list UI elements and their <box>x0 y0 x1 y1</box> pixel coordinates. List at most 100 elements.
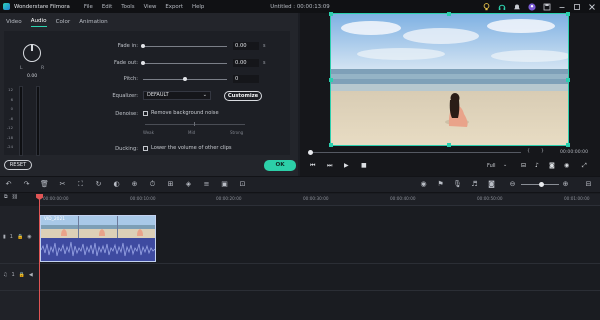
tab-video[interactable]: Video <box>6 19 22 27</box>
menu-help[interactable]: Help <box>192 4 204 10</box>
render-icon[interactable]: ◉ <box>419 180 428 188</box>
fade-in-handle[interactable] <box>141 44 145 48</box>
resize-handle[interactable] <box>329 78 333 82</box>
undo-icon[interactable]: ↶ <box>4 180 13 189</box>
remove-noise-checkbox[interactable] <box>143 111 148 116</box>
menu-file[interactable]: File <box>84 4 93 10</box>
pitch-handle[interactable] <box>183 77 187 81</box>
lock-icon[interactable]: 🔒 <box>17 234 23 240</box>
redo-icon[interactable]: ↷ <box>22 180 31 189</box>
preview-video-frame[interactable] <box>330 13 569 146</box>
audio-mixer-icon[interactable]: ♬ <box>470 180 479 188</box>
render-preview-icon[interactable]: ⊟ <box>521 162 526 169</box>
fade-out-handle[interactable] <box>141 61 145 65</box>
resize-handle[interactable] <box>566 143 570 147</box>
ok-button[interactable]: OK <box>264 160 296 171</box>
denoise-mid-label: Mid <box>188 130 196 135</box>
pitch-label: Pitch: <box>123 76 138 82</box>
menu-tools[interactable]: Tools <box>121 4 134 10</box>
delete-icon[interactable]: 🗑 <box>40 180 49 189</box>
cut-icon[interactable]: ✂ <box>58 180 67 189</box>
zoom-in-icon[interactable]: ⊕ <box>561 180 570 188</box>
audio-adjust-icon[interactable]: ≡ <box>202 180 211 189</box>
menu-export[interactable]: Export <box>165 4 183 10</box>
lock-icon[interactable]: 🔒 <box>19 272 25 278</box>
add-track-icon[interactable]: ⧉ <box>4 194 8 200</box>
video-track-icon: ▮ <box>3 234 6 240</box>
mark-out-bracket[interactable]: } <box>541 149 544 154</box>
timeline-video-clip[interactable]: VID_2021 <box>40 215 156 262</box>
stop-icon[interactable]: ■ <box>361 162 367 169</box>
pitch-value[interactable]: 0 <box>233 75 259 83</box>
fade-in-value[interactable]: 0.00 <box>233 42 259 50</box>
menu-edit[interactable]: Edit <box>102 4 112 10</box>
preview-scrubber[interactable] <box>308 150 313 155</box>
eye-icon[interactable]: ◉ <box>27 234 31 240</box>
timeline-settings-icon[interactable]: ⊟ <box>584 180 593 188</box>
fade-out-unit: s <box>263 61 266 66</box>
equalizer-select[interactable]: DEFAULT ⌄ <box>143 91 211 100</box>
rotate-icon[interactable]: ↻ <box>94 180 103 189</box>
tab-audio[interactable]: Audio <box>30 18 47 27</box>
text-icon[interactable]: ⊡ <box>238 180 247 189</box>
color-icon[interactable]: ◐ <box>112 180 121 189</box>
fade-out-slider[interactable] <box>143 63 227 64</box>
chevron-down-icon: ⌄ <box>202 92 207 98</box>
headset-icon[interactable] <box>497 2 506 11</box>
zoom-out-icon[interactable]: ⊖ <box>508 180 517 188</box>
ducking-checkbox[interactable] <box>143 146 148 151</box>
menu-view[interactable]: View <box>144 4 157 10</box>
speaker-icon[interactable]: ◀ <box>29 272 33 278</box>
snapshot-tool-icon[interactable]: ◙ <box>487 180 496 188</box>
step-back-icon[interactable]: ⏮ <box>310 162 315 170</box>
filter-icon[interactable]: ⊕ <box>130 180 139 189</box>
resize-handle[interactable] <box>329 12 333 16</box>
minimize-icon[interactable] <box>557 2 566 11</box>
notification-icon[interactable] <box>512 2 521 11</box>
zoom-handle[interactable] <box>539 182 544 187</box>
link-icon[interactable]: ⛓ <box>12 194 18 200</box>
tab-color[interactable]: Color <box>56 19 71 27</box>
db-scale-tick: -24 <box>6 144 13 149</box>
close-icon[interactable] <box>587 2 596 11</box>
mark-in-bracket[interactable]: { <box>527 149 530 154</box>
green-screen-icon[interactable]: ▣ <box>220 180 229 189</box>
right-channel-label: R <box>41 66 45 71</box>
denoise-label: Denoise: <box>115 111 138 117</box>
lightbulb-icon[interactable] <box>482 2 491 11</box>
audio-settings-icon[interactable]: ◉ <box>564 162 569 169</box>
fullscreen-icon[interactable]: ⤢ <box>582 162 587 170</box>
track-divider <box>0 290 600 291</box>
crop-icon[interactable]: ⛶ <box>76 180 85 189</box>
tab-animation[interactable]: Animation <box>79 19 108 27</box>
resize-handle[interactable] <box>329 143 333 147</box>
resize-handle[interactable] <box>447 12 451 16</box>
denoise-strong-label: Strong <box>230 130 244 135</box>
preview-progress-bar[interactable] <box>311 152 521 153</box>
volume-knob[interactable] <box>23 44 41 62</box>
resize-handle[interactable] <box>447 143 451 147</box>
denoise-strength-slider[interactable] <box>145 124 245 125</box>
speed-icon[interactable]: ⏱ <box>148 180 157 189</box>
stabilize-icon[interactable]: ⊞ <box>166 180 175 189</box>
resize-handle[interactable] <box>566 12 570 16</box>
quality-select[interactable]: Full <box>487 163 496 169</box>
step-forward-icon[interactable]: ⏭ <box>327 162 332 170</box>
playhead-line[interactable] <box>39 194 40 320</box>
save-icon[interactable] <box>542 2 551 11</box>
customize-button[interactable]: Customize <box>224 91 262 101</box>
microphone-icon[interactable]: 🎙 <box>453 180 462 188</box>
account-avatar-icon[interactable] <box>527 2 536 11</box>
db-scale-tick: 0 <box>10 106 13 111</box>
volume-icon[interactable]: ♪ <box>535 162 539 169</box>
chevron-down-icon[interactable]: ⌄ <box>503 162 507 168</box>
play-icon[interactable]: ▶ <box>344 162 349 169</box>
snapshot-icon[interactable]: ◙ <box>549 162 555 169</box>
reset-button[interactable]: RESET <box>4 160 32 170</box>
fade-out-value[interactable]: 0.00 <box>233 59 259 67</box>
keyframe-icon[interactable]: ◈ <box>184 180 193 189</box>
resize-handle[interactable] <box>566 78 570 82</box>
marker-icon[interactable]: ⚑ <box>436 180 445 188</box>
maximize-icon[interactable] <box>572 2 581 11</box>
fade-in-slider[interactable] <box>143 46 227 47</box>
